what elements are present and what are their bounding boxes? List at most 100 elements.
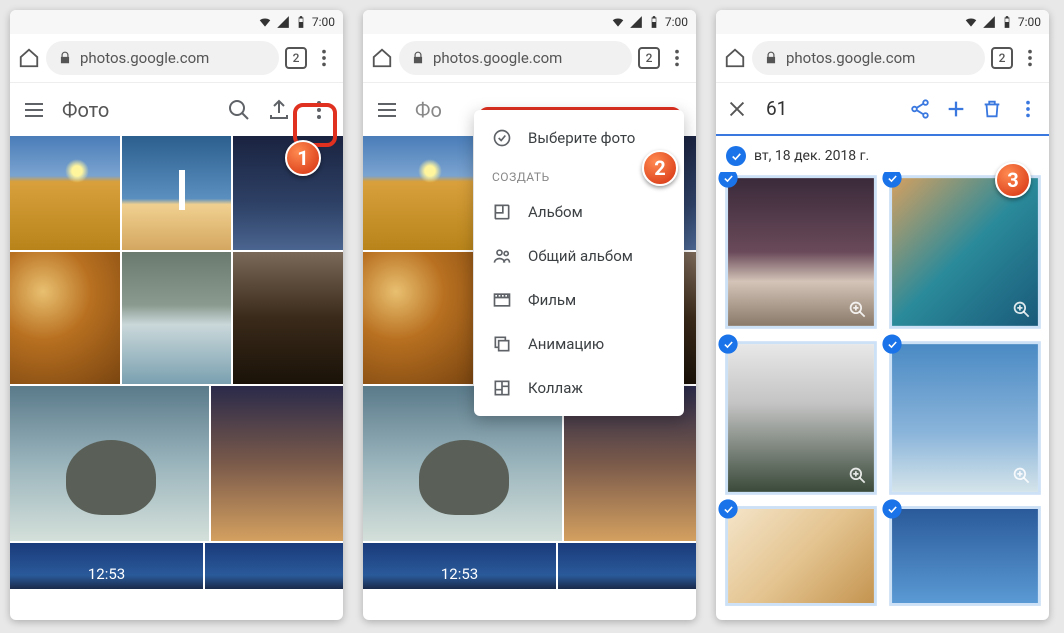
wifi-icon — [611, 15, 625, 29]
browser-menu-icon[interactable] — [666, 47, 688, 69]
status-bar: 7:00 — [716, 10, 1049, 34]
photo-thumb-selected[interactable] — [889, 175, 1040, 329]
more-icon[interactable] — [1017, 98, 1039, 120]
magnify-icon[interactable] — [847, 299, 868, 320]
magnify-icon[interactable] — [1010, 465, 1031, 486]
photo-thumb-selected[interactable] — [889, 341, 1040, 495]
animation-icon — [492, 334, 512, 354]
browser-bar: photos.google.com 2 — [716, 34, 1049, 82]
phone-screen-2: 7:00 photos.google.com 2 Фо 12:53 — [363, 10, 696, 620]
menu-item-album[interactable]: Альбом — [474, 190, 684, 234]
browser-menu-icon[interactable] — [313, 47, 335, 69]
menu-label: Анимацию — [528, 335, 604, 353]
magnify-icon[interactable] — [847, 465, 868, 486]
home-icon[interactable] — [371, 47, 393, 69]
share-icon[interactable] — [909, 98, 931, 120]
selection-count: 61 — [762, 97, 895, 120]
photo-thumb[interactable] — [10, 136, 120, 250]
photo-thumb-selected[interactable] — [725, 506, 876, 606]
close-icon[interactable] — [726, 98, 748, 120]
url-bar[interactable]: photos.google.com — [399, 41, 632, 75]
lock-icon — [764, 51, 778, 65]
photo-grid: 12:53 — [10, 136, 343, 620]
menu-item-collage[interactable]: Коллаж — [474, 366, 684, 410]
check-icon — [726, 146, 746, 166]
search-icon[interactable] — [227, 98, 251, 122]
date-text: вт, 18 дек. 2018 г. — [754, 148, 869, 164]
select-icon — [492, 128, 512, 148]
url-text: photos.google.com — [80, 49, 209, 67]
battery-icon — [647, 15, 661, 29]
signal-icon — [982, 15, 996, 29]
album-icon — [492, 202, 512, 222]
photo-thumb[interactable] — [122, 252, 232, 384]
home-icon[interactable] — [724, 47, 746, 69]
url-text: photos.google.com — [433, 49, 562, 67]
menu-label: Альбом — [528, 203, 583, 221]
app-bar: Фото — [10, 82, 343, 136]
photo-thumb[interactable] — [363, 252, 473, 384]
add-icon[interactable] — [945, 98, 967, 120]
menu-item-shared-album[interactable]: Общий альбом — [474, 234, 684, 278]
status-time: 7:00 — [1018, 15, 1041, 29]
lock-icon — [411, 51, 425, 65]
menu-label: Выберите фото — [528, 129, 635, 147]
page-title: Фото — [62, 98, 211, 122]
status-bar: 7:00 — [363, 10, 696, 34]
photo-thumb-selected[interactable] — [889, 506, 1040, 606]
shared-album-icon — [492, 246, 512, 266]
step-badge-3: 3 — [995, 162, 1031, 198]
tab-count[interactable]: 2 — [638, 47, 660, 69]
check-icon — [718, 334, 737, 353]
photo-thumb[interactable] — [10, 252, 120, 384]
status-time: 7:00 — [312, 15, 335, 29]
hamburger-icon[interactable] — [22, 98, 46, 122]
photo-thumb[interactable] — [233, 252, 343, 384]
browser-bar: photos.google.com 2 — [10, 34, 343, 82]
url-bar[interactable]: photos.google.com — [46, 41, 279, 75]
menu-label: Фильм — [528, 291, 576, 309]
photo-thumb[interactable] — [10, 386, 209, 541]
hamburger-icon[interactable] — [375, 98, 399, 122]
upload-icon[interactable] — [267, 98, 291, 122]
tab-count[interactable]: 2 — [285, 47, 307, 69]
photo-thumb-selected[interactable] — [725, 341, 876, 495]
menu-label: Коллаж — [528, 379, 583, 397]
signal-icon — [629, 15, 643, 29]
phone-screen-3: 7:00 photos.google.com 2 61 вт, 18 дек. … — [716, 10, 1049, 620]
lock-icon — [58, 51, 72, 65]
photo-thumb[interactable] — [211, 386, 343, 541]
battery-icon — [1000, 15, 1014, 29]
photo-thumb[interactable]: 12:53 — [10, 543, 203, 589]
step-badge-1: 1 — [285, 140, 321, 176]
more-icon[interactable] — [307, 98, 331, 122]
photo-thumb[interactable] — [558, 543, 696, 589]
step-badge-2: 2 — [642, 150, 678, 186]
selection-app-bar: 61 — [716, 82, 1049, 136]
photo-thumb[interactable] — [205, 543, 343, 589]
status-bar: 7:00 — [10, 10, 343, 34]
signal-icon — [276, 15, 290, 29]
menu-item-animation[interactable]: Анимацию — [474, 322, 684, 366]
status-time: 7:00 — [665, 15, 688, 29]
selection-grid — [716, 172, 1049, 620]
tab-count[interactable]: 2 — [991, 47, 1013, 69]
wifi-icon — [964, 15, 978, 29]
check-icon — [718, 172, 737, 188]
browser-bar: photos.google.com 2 — [363, 34, 696, 82]
browser-menu-icon[interactable] — [1019, 47, 1041, 69]
collage-icon — [492, 378, 512, 398]
phone-screen-1: 7:00 photos.google.com 2 Фото — [10, 10, 343, 620]
photo-thumb[interactable]: 12:53 — [363, 543, 556, 589]
menu-item-movie[interactable]: Фильм — [474, 278, 684, 322]
wifi-icon — [258, 15, 272, 29]
magnify-icon[interactable] — [1010, 299, 1031, 320]
home-icon[interactable] — [18, 47, 40, 69]
photo-thumb-selected[interactable] — [725, 175, 876, 329]
url-bar[interactable]: photos.google.com — [752, 41, 985, 75]
menu-label: Общий альбом — [528, 247, 633, 265]
photo-thumb[interactable] — [363, 136, 473, 250]
trash-icon[interactable] — [981, 98, 1003, 120]
photo-thumb[interactable] — [122, 136, 232, 250]
battery-icon — [294, 15, 308, 29]
